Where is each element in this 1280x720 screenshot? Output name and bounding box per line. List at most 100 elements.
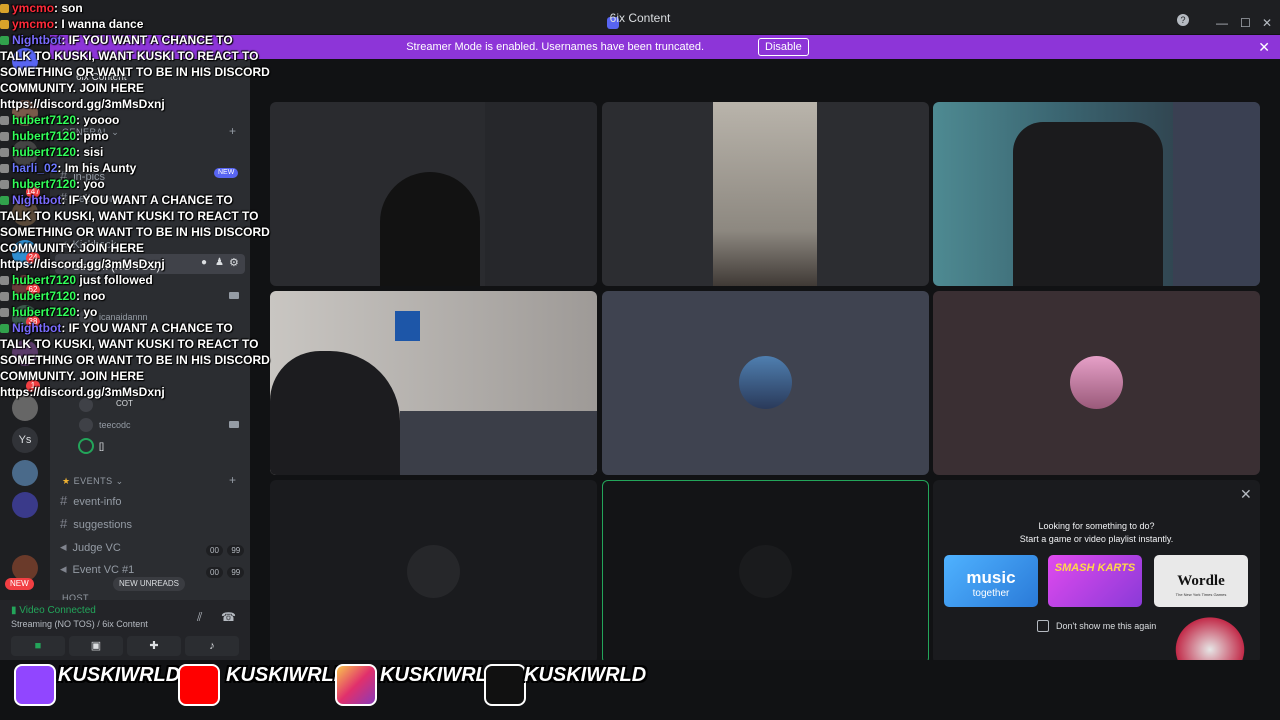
chat-text: https://discord.gg/3mMsDxnj [0,97,165,111]
chat-icon[interactable]: ● [201,257,207,268]
server-icon-ys[interactable]: Ys [12,427,38,453]
voice-user[interactable]: [] [99,441,104,451]
video-tile-speaking[interactable] [602,480,929,664]
card-title: SMASH KARTS [1054,562,1136,574]
voice-status: ▮ Video Connected [11,605,96,616]
chat-text: COMMUNITY. JOIN HERE [0,241,145,255]
star-icon: ★ [62,476,74,486]
chat-text: : I wanna dance [54,17,144,31]
video-tile[interactable] [270,291,597,475]
disconnect-icon[interactable]: ☎ [221,610,236,624]
activity-card-music[interactable]: music together [944,555,1038,607]
chat-text: SOMETHING OR WANT TO BE IN HIS DISCORD [0,65,270,79]
video-tile[interactable] [270,102,597,286]
chat-text: : noo [76,289,106,303]
voice-channel-judge[interactable]: ◂ Judge VC [60,539,121,555]
chat-message: hubert7120: yo [0,304,97,320]
chat-text: https://discord.gg/3mMsDxnj [0,385,165,399]
activity-card-wordle[interactable]: Wordle The New York Times Games [1154,555,1248,607]
camera-icon [229,292,239,299]
speaker-icon: ◂ [60,539,67,554]
video-tile[interactable] [933,102,1260,286]
channel-suggestions[interactable]: # suggestions [60,516,132,531]
video-tile[interactable] [270,480,597,664]
activity-button[interactable]: ✚ [127,636,181,656]
jersey [395,311,420,341]
participant-silhouette [1013,122,1163,286]
participant-silhouette [270,351,400,475]
disable-streamer-mode-button[interactable]: Disable [758,38,809,56]
video-tile[interactable] [933,291,1260,475]
chat-message: https://discord.gg/3mMsDxnj [0,256,165,272]
add-channel-icon[interactable]: + [229,473,236,487]
maximize-button[interactable]: ☐ [1240,16,1251,30]
soundboard-button[interactable]: ♪ [185,636,239,656]
server-icon[interactable] [12,492,38,518]
chat-message: hubert7120: sisi [0,144,103,160]
settings-gear-icon[interactable]: ⚙ [229,256,239,269]
count-current: 00 [206,545,223,556]
user-count: 00 99 [206,540,245,558]
chat-username: ymcmo [12,17,55,31]
count-limit: 99 [227,545,245,556]
category-events[interactable]: ★ EVENTS ⌄ [62,476,124,487]
speaker-icon: ◂ [60,561,67,576]
close-window-button[interactable]: ✕ [1262,16,1272,30]
chat-badge-icon [0,324,9,333]
chat-badge-icon [0,116,9,125]
chat-text: SOMETHING OR WANT TO BE IN HIS DISCORD [0,353,270,367]
avatar[interactable] [79,418,93,432]
chat-text: just followed [76,273,153,287]
activity-card-smash-karts[interactable]: SMASH KARTS [1048,555,1142,607]
chat-text: : sisi [76,145,104,159]
close-banner-icon[interactable]: ✕ [1258,39,1270,56]
chat-badge-icon [0,20,9,29]
clothes-rack [1173,102,1260,286]
camera-icon [229,421,239,428]
channel-event-info[interactable]: # event-info [60,493,122,508]
video-tile[interactable] [602,291,929,475]
minimize-button[interactable]: — [1216,16,1228,30]
share-screen-button[interactable]: ▣ [69,636,123,656]
avatar[interactable] [79,398,93,412]
chat-message: COMMUNITY. JOIN HERE [0,80,144,96]
chat-username: hubert7120 [12,273,77,287]
camera-button[interactable]: ■ [11,636,65,656]
chat-message: COMMUNITY. JOIN HERE [0,368,144,384]
dont-show-checkbox[interactable] [1037,620,1049,632]
new-unreads-button[interactable]: NEW UNREADS [113,577,186,591]
chat-message: https://discord.gg/3mMsDxnj [0,96,165,112]
chat-text: : son [54,1,83,15]
channel-label: Event VC #1 [72,564,135,576]
chat-username: harli_02 [12,161,58,175]
noise-suppression-icon[interactable]: ⫽ [197,610,202,625]
chat-badge-icon [0,132,9,141]
youtube-icon [178,664,220,706]
invite-icon[interactable]: ♟ [215,257,224,268]
participant-video [713,102,817,286]
avatar [739,356,792,409]
card-subtitle: together [972,588,1010,599]
chat-text: SOMETHING OR WANT TO BE IN HIS DISCORD [0,225,270,239]
participant-silhouette [380,172,480,286]
chat-badge-icon [0,292,9,301]
chat-badge-icon [0,308,9,317]
channel-label: suggestions [73,519,132,531]
chat-badge-icon [0,164,9,173]
activity-heading: Looking for something to do? [1038,521,1155,531]
video-tile[interactable] [602,102,929,286]
new-channel-badge: NEW [214,168,239,178]
chat-message: hubert7120: yoooo [0,112,119,128]
chat-message: ymcmo: I wanna dance [0,16,143,32]
help-icon[interactable]: ? [1177,14,1189,26]
speaking-avatar[interactable] [78,438,94,454]
voice-user[interactable]: teecodc [99,420,131,430]
close-activity-icon[interactable]: ✕ [1240,486,1252,503]
server-icon[interactable] [12,460,38,486]
card-title: Wordle [1177,573,1225,589]
count-limit: 99 [227,567,245,578]
chat-message: https://discord.gg/3mMsDxnj [0,384,165,400]
add-channel-icon[interactable]: + [229,124,236,138]
voice-channel-event-1[interactable]: ◂ Event VC #1 [60,561,134,577]
chat-username: hubert7120 [12,177,77,191]
